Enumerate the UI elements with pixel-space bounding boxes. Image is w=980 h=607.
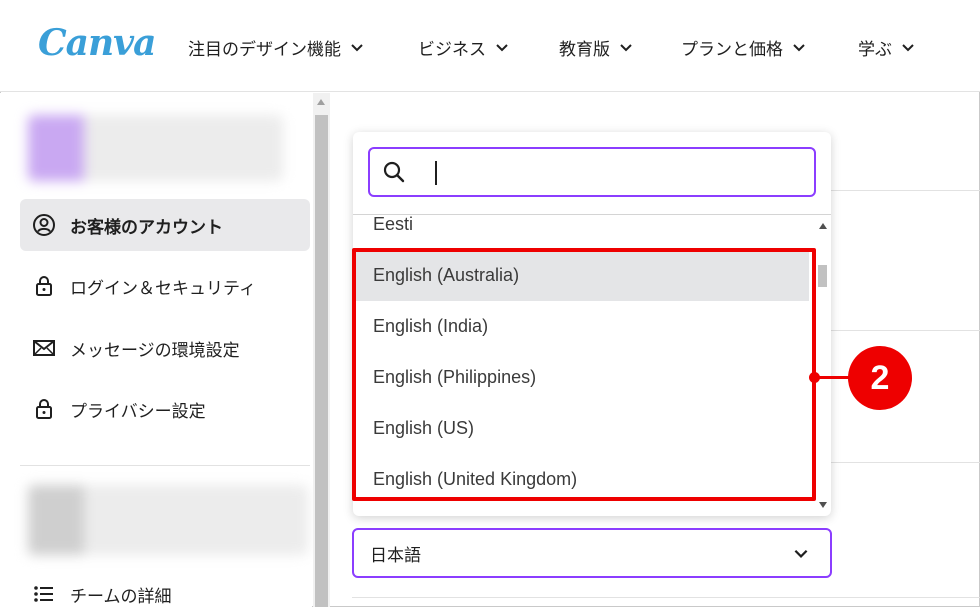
annotation-highlight-box	[352, 248, 816, 501]
section-divider	[830, 190, 980, 191]
top-header: Canva 注目のデザイン機能 ビジネス 教育版 プランと価格 学ぶ	[0, 0, 980, 92]
chevron-down-icon	[351, 44, 363, 52]
nav-label: ビジネス	[418, 39, 486, 60]
list-icon	[34, 586, 53, 602]
lock-icon	[36, 276, 52, 296]
nav-learn[interactable]: 学ぶ	[858, 34, 916, 60]
sidebar-item-label: プライバシー設定	[70, 401, 206, 422]
nav-business[interactable]: ビジネス	[418, 34, 510, 60]
scroll-up-arrow-icon[interactable]	[317, 99, 325, 105]
section-divider	[830, 462, 980, 463]
chevron-down-icon	[794, 549, 808, 558]
sidebar-item-label: ログイン＆セキュリティ	[70, 278, 256, 299]
nav-featured-design[interactable]: 注目のデザイン機能	[188, 34, 365, 60]
nav-pricing[interactable]: プランと価格	[681, 34, 807, 60]
canva-logo[interactable]: Canva	[38, 22, 156, 64]
nav-label: 学ぶ	[858, 39, 892, 60]
sidebar-divider	[20, 465, 310, 466]
annotation-step-badge: 2	[848, 346, 912, 410]
text-cursor	[435, 161, 437, 185]
annotation-connector-dot	[809, 372, 820, 383]
chevron-down-icon	[496, 44, 508, 52]
nav-label: 注目のデザイン機能	[188, 39, 341, 60]
sidebar-item-login-security[interactable]: ログイン＆セキュリティ	[20, 260, 310, 312]
profile-card-blurred	[28, 115, 283, 181]
chevron-down-icon	[902, 44, 914, 52]
user-circle-icon	[33, 214, 55, 236]
section-divider	[830, 330, 980, 331]
language-search-input[interactable]	[418, 161, 798, 183]
dropdown-scrollbar[interactable]	[814, 215, 831, 516]
language-select-value: 日本語	[370, 545, 421, 566]
sidebar-item-label: メッセージの環境設定	[70, 340, 240, 361]
sidebar-item-privacy[interactable]: プライバシー設定	[20, 383, 310, 435]
sidebar-item-label: お客様のアカウント	[70, 217, 223, 238]
language-option[interactable]: Eesti	[353, 199, 809, 250]
sidebar-item-account[interactable]: お客様のアカウント	[20, 199, 310, 251]
scroll-down-arrow-icon[interactable]	[819, 502, 827, 508]
nav-label: 教育版	[559, 39, 610, 60]
nav-education[interactable]: 教育版	[559, 34, 634, 60]
nav-label: プランと価格	[681, 39, 783, 60]
language-select[interactable]: 日本語	[352, 528, 832, 578]
scrollbar-thumb[interactable]	[818, 265, 827, 287]
section-divider	[352, 597, 980, 598]
scrollbar-thumb[interactable]	[315, 115, 328, 607]
mail-icon	[33, 340, 55, 356]
chevron-down-icon	[793, 44, 805, 52]
settings-sidebar: お客様のアカウント ログイン＆セキュリティ メッセージの環境設定 プライバシー設…	[0, 93, 312, 607]
team-card-blurred	[28, 485, 308, 555]
sidebar-item-label: チームの詳細	[70, 586, 172, 607]
sidebar-item-message-preferences[interactable]: メッセージの環境設定	[20, 322, 310, 374]
lock-icon	[36, 399, 52, 419]
search-icon	[383, 161, 405, 183]
scroll-up-arrow-icon[interactable]	[819, 223, 827, 229]
sidebar-scrollbar[interactable]	[313, 93, 330, 607]
sidebar-item-team-details[interactable]: チームの詳細	[20, 568, 310, 607]
chevron-down-icon	[620, 44, 632, 52]
language-search-box[interactable]	[368, 147, 816, 197]
